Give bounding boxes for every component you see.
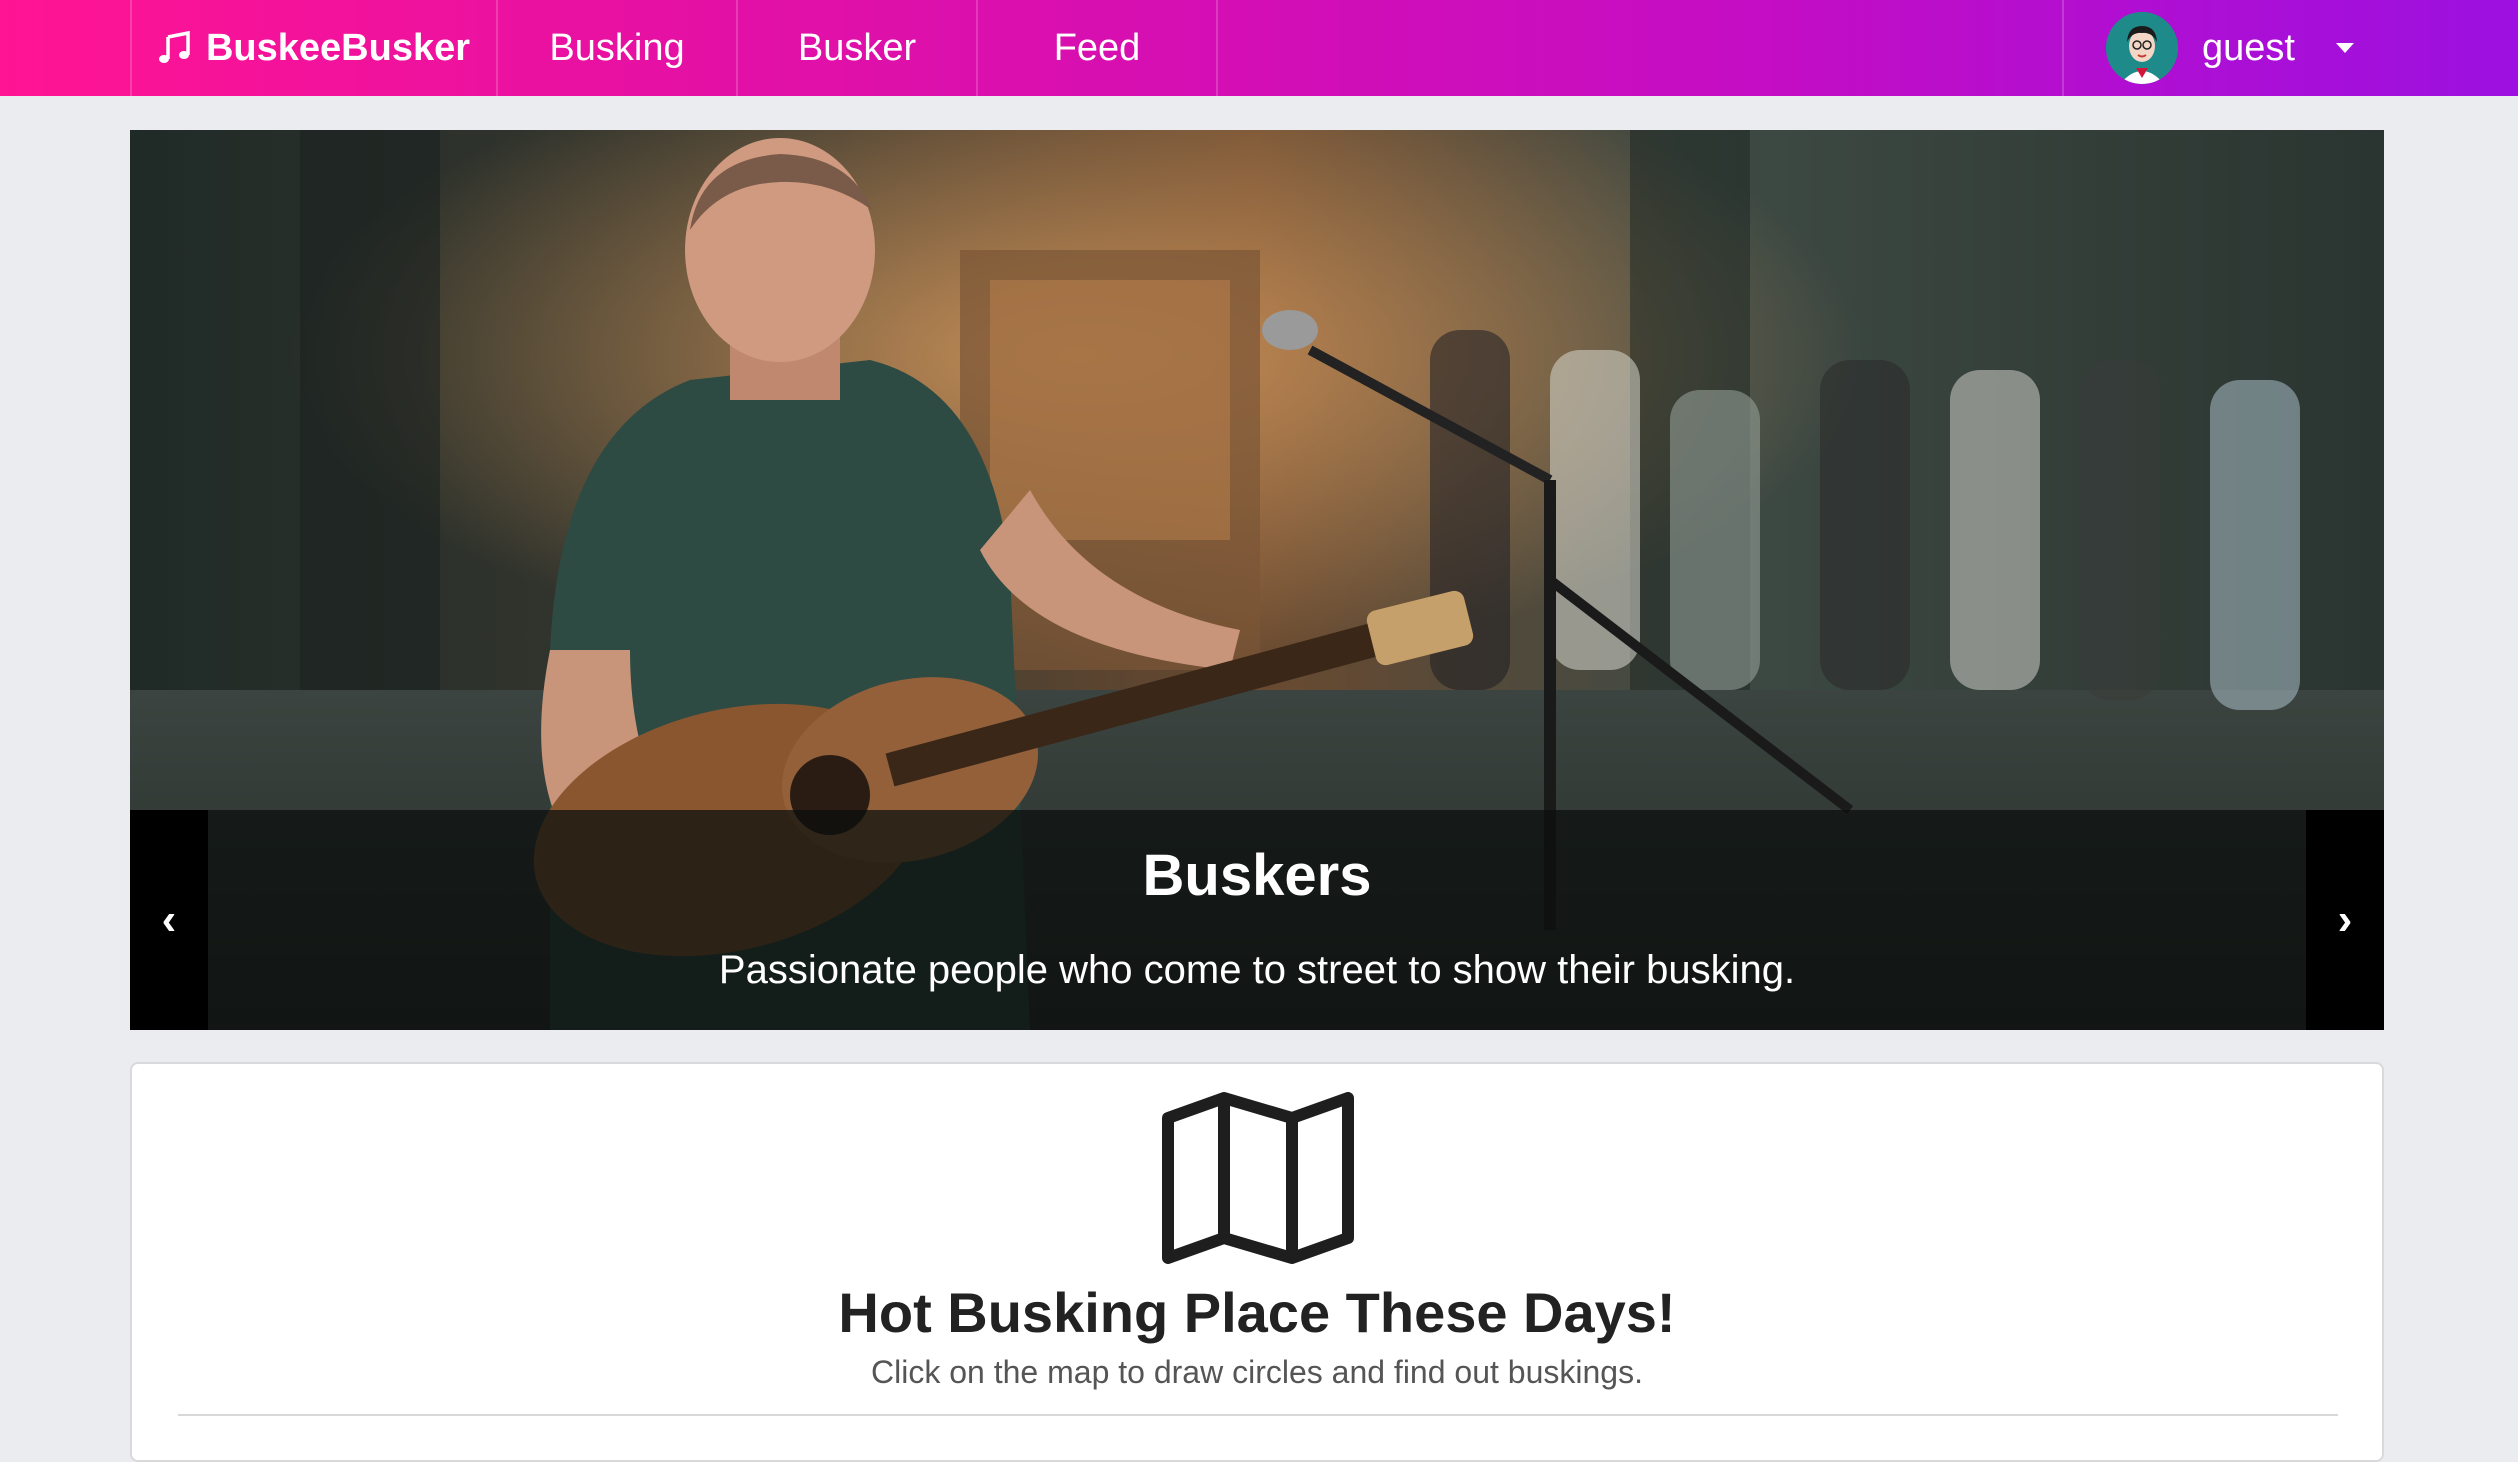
avatar bbox=[2106, 12, 2178, 84]
hero-carousel: Buskers Passionate people who come to st… bbox=[130, 130, 2384, 1030]
brand-name: BuskeeBusker bbox=[205, 26, 471, 69]
brand-link[interactable]: BuskeeBusker bbox=[130, 0, 498, 96]
nav-item-feed[interactable]: Feed bbox=[978, 0, 1218, 96]
map-icon bbox=[1160, 1092, 1356, 1269]
section-subtitle: Click on the map to draw circles and fin… bbox=[871, 1354, 1643, 1390]
nav-item-busker[interactable]: Busker bbox=[738, 0, 978, 96]
slide-text: Passionate people who come to street to … bbox=[718, 948, 1796, 992]
hot-places-card: Hot Busking Place These Days! Click on t… bbox=[130, 1062, 2384, 1462]
slide-title: Buskers bbox=[1142, 843, 1372, 908]
chevron-right-icon: › bbox=[2337, 895, 2353, 944]
user-name: guest bbox=[2202, 26, 2295, 69]
section-title: Hot Busking Place These Days! bbox=[838, 1281, 1676, 1344]
nav-menu: BuskeeBusker Busking Busker Feed bbox=[130, 0, 1218, 96]
caret-down-icon bbox=[2335, 41, 2355, 55]
carousel-next-button[interactable]: › bbox=[2306, 810, 2384, 1030]
carousel-prev-button[interactable]: ‹ bbox=[130, 810, 208, 1030]
music-note-icon bbox=[158, 31, 192, 65]
chevron-left-icon: ‹ bbox=[161, 895, 177, 944]
nav-item-busking[interactable]: Busking bbox=[498, 0, 738, 96]
divider bbox=[178, 1414, 2338, 1416]
top-navbar: BuskeeBusker Busking Busker Feed guest bbox=[0, 0, 2518, 96]
user-menu[interactable]: guest bbox=[2062, 0, 2362, 96]
caption: Buskers Passionate people who come to st… bbox=[130, 130, 2384, 1030]
